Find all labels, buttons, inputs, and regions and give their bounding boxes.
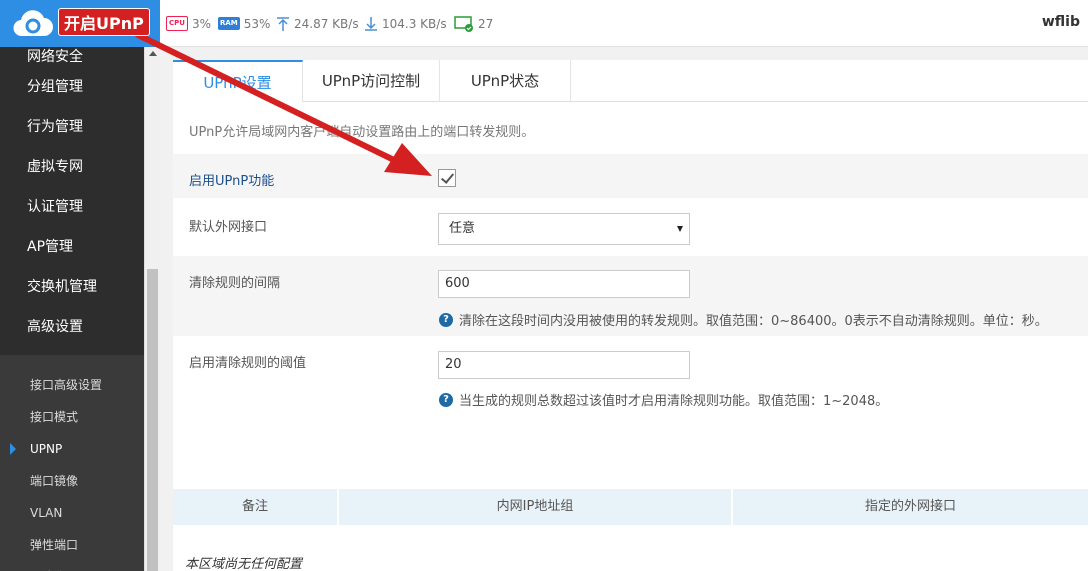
scrollbar-thumb[interactable] <box>147 269 158 571</box>
chevron-down-icon <box>677 226 683 232</box>
cpu-stat: CPU 3% <box>166 0 211 47</box>
online-count: 27 <box>478 16 494 31</box>
clear-interval-input[interactable]: 600 <box>438 270 690 298</box>
sidebar-sub-vlan[interactable]: VLAN <box>0 497 144 529</box>
sidebar-item-groups[interactable]: 分组管理 <box>0 67 144 107</box>
sidebar-sub-port-mirror[interactable]: 端口镜像 <box>0 465 144 497</box>
sidebar-sub-wake-on-lan[interactable]: 网络唤醒 <box>0 561 144 571</box>
threshold-hint: ? 当生成的规则总数超过该值时才启用清除规则功能。取值范围：1~2048。 <box>439 390 888 409</box>
sidebar-item-vpn[interactable]: 虚拟专网 <box>0 147 144 187</box>
ram-stat: RAM 53% <box>218 0 270 47</box>
upload-stat: 24.87 KB/s <box>276 0 359 47</box>
sidebar-item-switch[interactable]: 交换机管理 <box>0 267 144 307</box>
tab-upnp-access-control[interactable]: UPnP访问控制 <box>303 60 440 102</box>
sidebar-item-security[interactable]: 网络安全 <box>0 47 144 67</box>
cloud-logo-icon <box>13 10 53 37</box>
enable-row: 启用UPnP功能 <box>173 154 1088 198</box>
page-description: UPnP允许局域网内客户端自动设置路由上的端口转发规则。 <box>189 125 535 140</box>
ram-value: 53% <box>243 16 271 31</box>
rules-table-header: 备注 内网IP地址组 指定的外网接口 <box>173 489 1088 525</box>
sidebar-sub-interface-mode[interactable]: 接口模式 <box>0 401 144 433</box>
tab-bar: UPnP设置 UPnP访问控制 UPnP状态 <box>173 60 1088 102</box>
online-stat: 27 <box>454 0 493 47</box>
sidebar-scrollbar[interactable] <box>144 47 160 571</box>
threshold-input[interactable]: 20 <box>438 351 690 379</box>
cpu-value: 3% <box>191 16 211 31</box>
sidebar-item-ap[interactable]: AP管理 <box>0 227 144 267</box>
clear-interval-hint: ? 清除在这段时间内没用被使用的转发规则。取值范围：0~86400。0表示不自动… <box>439 310 1048 329</box>
threshold-label: 启用清除规则的阈值 <box>189 356 307 371</box>
upload-arrow-icon <box>277 16 289 31</box>
enable-upnp-checkbox[interactable] <box>438 169 456 187</box>
ram-chip-icon: RAM <box>218 17 240 30</box>
wan-interface-label: 默认外网接口 <box>189 220 268 235</box>
annotation-label: 开启UPnP <box>58 8 150 36</box>
column-header-lan-ip-group: 内网IP地址组 <box>339 489 733 525</box>
threshold-hint-text: 当生成的规则总数超过该值时才启用清除规则功能。取值范围：1~2048。 <box>459 394 889 409</box>
download-arrow-icon <box>365 16 377 31</box>
main-content: UPnP设置 UPnP访问控制 UPnP状态 UPnP允许局域网内客户端自动设置… <box>173 60 1088 571</box>
sidebar-item-behavior[interactable]: 行为管理 <box>0 107 144 147</box>
help-icon: ? <box>439 392 453 407</box>
sidebar-sub-interface-advanced[interactable]: 接口高级设置 <box>0 369 144 401</box>
sidebar-item-advanced[interactable]: 高级设置 <box>0 307 144 347</box>
download-value: 104.3 KB/s <box>382 16 447 31</box>
enable-upnp-label: 启用UPnP功能 <box>189 174 275 189</box>
clear-interval-hint-text: 清除在这段时间内没用被使用的转发规则。取值范围：0~86400。0表示不自动清除… <box>459 314 1048 329</box>
sidebar-sub-elastic-port[interactable]: 弹性端口 <box>0 529 144 561</box>
upload-value: 24.87 KB/s <box>294 16 359 31</box>
tab-upnp-settings[interactable]: UPnP设置 <box>173 60 303 102</box>
scroll-up-arrow-icon[interactable] <box>149 51 157 56</box>
sidebar-sub-upnp[interactable]: UPNP <box>0 433 144 465</box>
download-stat: 104.3 KB/s <box>364 0 447 47</box>
column-header-remark: 备注 <box>173 489 339 525</box>
table-empty-message: 本区域尚无任何配置 <box>185 557 303 571</box>
tab-upnp-status[interactable]: UPnP状态 <box>440 60 571 102</box>
sidebar-sub-menu: 接口高级设置 接口模式 UPNP 端口镜像 VLAN 弹性端口 网络唤醒 <box>0 355 144 571</box>
wan-interface-value: 任意 <box>449 221 476 236</box>
sidebar-main-menu: 网络安全 分组管理 行为管理 虚拟专网 认证管理 AP管理 交换机管理 高级设置 <box>0 47 144 347</box>
username[interactable]: wflib <box>1042 14 1080 30</box>
wan-interface-select[interactable]: 任意 <box>438 213 690 245</box>
online-devices-icon <box>454 15 473 32</box>
sidebar: 网络安全 分组管理 行为管理 虚拟专网 认证管理 AP管理 交换机管理 高级设置… <box>0 47 144 571</box>
clear-interval-label: 清除规则的间隔 <box>189 276 281 291</box>
top-bar: CPU 3% RAM 53% 24.87 KB/s 104.3 KB/s 27 … <box>0 0 1088 47</box>
sidebar-item-auth[interactable]: 认证管理 <box>0 187 144 227</box>
help-icon: ? <box>439 312 453 327</box>
column-header-wan-interface: 指定的外网接口 <box>864 499 956 514</box>
cpu-chip-icon: CPU <box>166 16 188 31</box>
